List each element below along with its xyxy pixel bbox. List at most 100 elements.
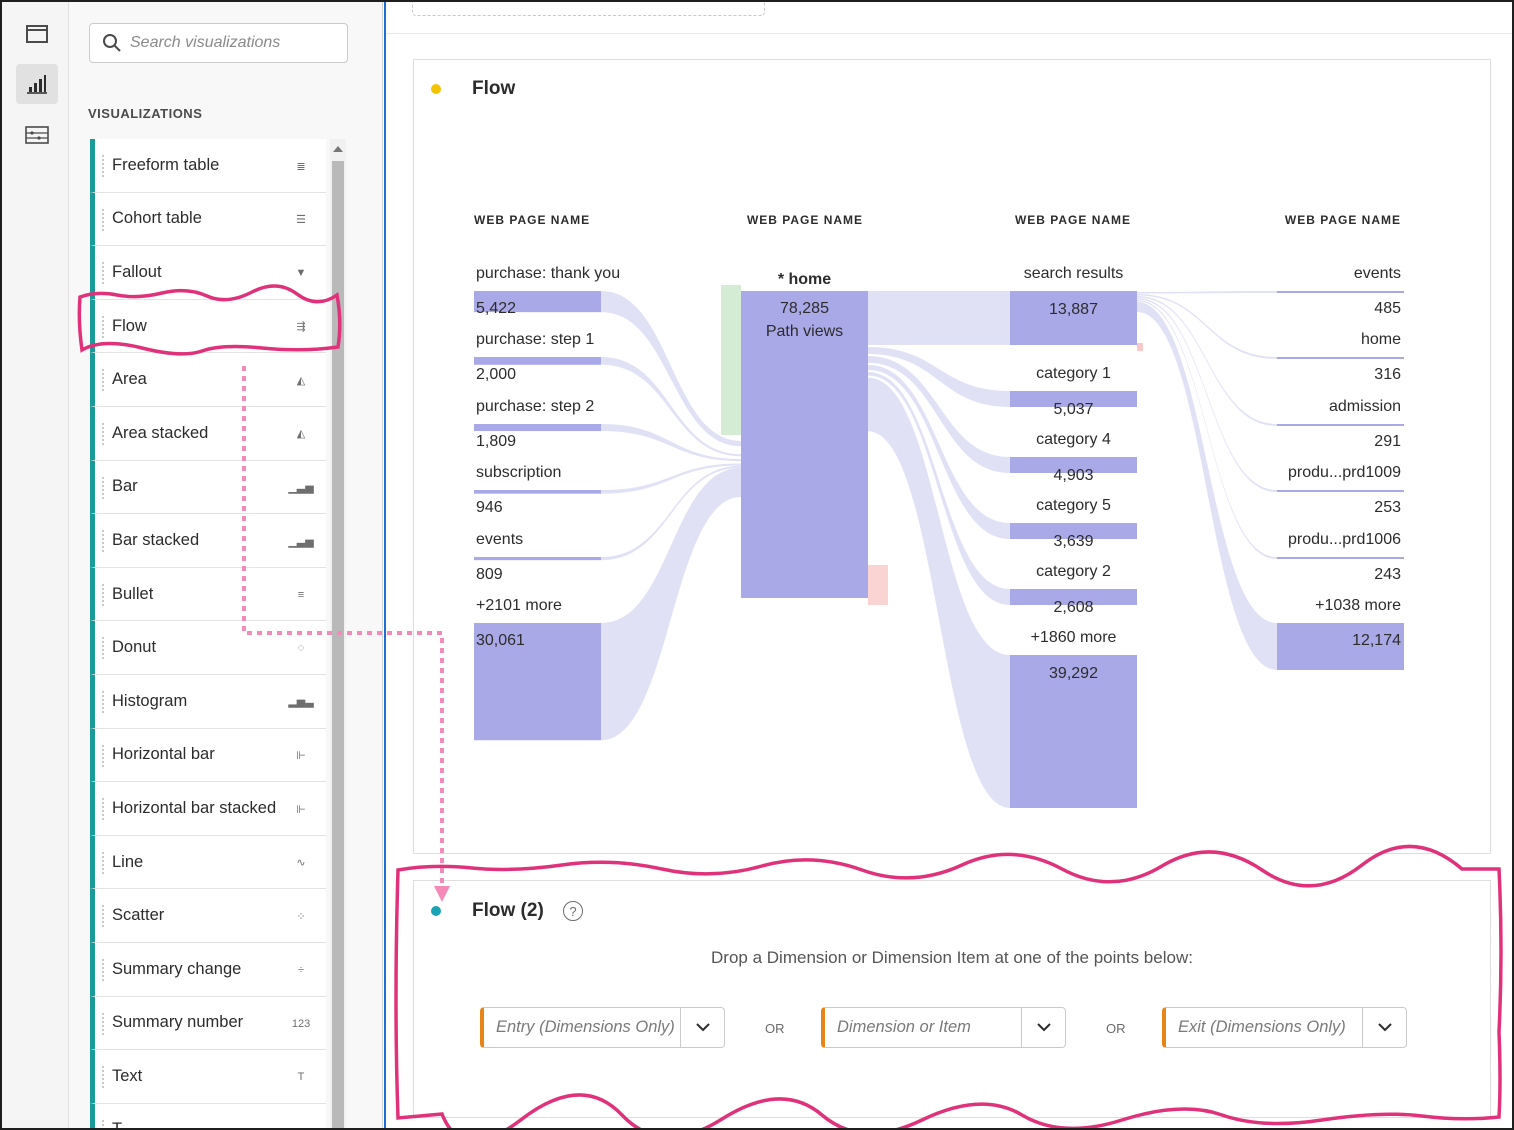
column-header: WEB PAGE NAME	[474, 213, 590, 227]
visualizations-panel: VISUALIZATIONS Freeform table ≣ Cohort tab…	[69, 2, 383, 1130]
visualization-item-label: T	[112, 1120, 123, 1130]
right-node-value: 4,903	[1053, 467, 1093, 484]
panels-icon	[26, 25, 48, 43]
chevron-down-icon[interactable]	[1021, 1008, 1065, 1047]
far-node-value: 291	[1374, 433, 1401, 450]
summary-change-icon: ÷	[297, 963, 305, 976]
visualization-item-label: Area	[112, 370, 147, 389]
drop-zone-placeholder[interactable]	[412, 2, 765, 16]
visualization-item-bar-stacked[interactable]: Bar stacked ▁▃▅	[90, 514, 326, 568]
visualization-item-scatter[interactable]: Scatter ⁘	[90, 889, 326, 943]
panel-title: Flow (2)	[472, 900, 544, 921]
visualization-item-summary-change[interactable]: Summary change ÷	[90, 942, 326, 997]
far-node-value: 316	[1374, 366, 1401, 383]
visualization-item-label: Donut	[112, 638, 157, 657]
left-node-label: purchase: step 2	[476, 398, 594, 415]
dimension-drop-zone[interactable]: Dimension or Item	[821, 1007, 1066, 1048]
right-node-label: search results	[1024, 265, 1124, 282]
visualization-item-text[interactable]: Text T	[90, 1050, 326, 1104]
donut-icon: ◌	[297, 642, 305, 655]
visualization-item-label: Scatter	[112, 906, 165, 925]
far-node-bar	[1277, 490, 1404, 492]
visualization-item-fallout[interactable]: Fallout ▼	[90, 246, 326, 300]
cohort-table-icon: ☰	[296, 214, 306, 227]
visualization-item-bar[interactable]: Bar ▁▃▅	[90, 460, 326, 515]
freeform-table-icon: ≣	[296, 160, 306, 173]
scroll-thumb[interactable]	[332, 161, 344, 1128]
flow-link	[601, 467, 741, 741]
horizontal-bar-icon: ⊩	[296, 750, 306, 763]
left-node-value: 1,809	[476, 433, 516, 450]
entry-placeholder: Entry (Dimensions Only)	[496, 1018, 675, 1036]
visualization-item-horizontal-bar-stacked[interactable]: Horizontal bar stacked ⊩	[90, 782, 326, 836]
right-node-value: 2,608	[1053, 599, 1093, 616]
column-header: WEB PAGE NAME	[1015, 213, 1131, 227]
visualization-item-area[interactable]: Area ◭	[90, 353, 326, 407]
entry-drop-zone[interactable]: Entry (Dimensions Only)	[480, 1007, 725, 1048]
flow-icon: ⇶	[296, 321, 306, 334]
visualizations-rail-button[interactable]	[16, 64, 58, 104]
flow-link	[1137, 294, 1277, 359]
bullet-icon: ≡	[297, 588, 305, 601]
chevron-down-icon[interactable]	[680, 1008, 724, 1047]
visualization-item-bullet[interactable]: Bullet ≡	[90, 567, 326, 622]
area-stacked-icon: ◭	[296, 428, 306, 441]
far-node-bar	[1277, 357, 1404, 359]
components-icon	[25, 126, 49, 144]
far-node-value: 243	[1374, 566, 1401, 583]
left-node-bar	[474, 557, 601, 561]
visualization-item-t[interactable]: T	[90, 1103, 326, 1130]
visualization-item-summary-number[interactable]: Summary number 123	[90, 996, 326, 1051]
left-node-value: 2,000	[476, 366, 516, 383]
far-node-label: events	[1354, 265, 1401, 282]
far-node-value: 12,174	[1352, 632, 1401, 649]
visualization-item-area-stacked[interactable]: Area stacked ◭	[90, 406, 326, 461]
dimension-placeholder: Dimension or Item	[837, 1018, 971, 1036]
right-node-value: 39,292	[1049, 665, 1098, 682]
components-rail-button[interactable]	[16, 115, 58, 155]
left-node-label: purchase: step 1	[476, 331, 594, 348]
visualization-item-horizontal-bar[interactable]: Horizontal bar ⊩	[90, 728, 326, 783]
search-visualizations[interactable]	[89, 23, 348, 63]
search-input[interactable]	[130, 34, 330, 52]
visualization-item-label: Line	[112, 852, 144, 871]
visualization-item-line[interactable]: Line ∿	[90, 835, 326, 890]
center-node-label: * home	[778, 271, 831, 288]
far-node-label: +1038 more	[1315, 597, 1401, 614]
flow-diagram: WEB PAGE NAME WEB PAGE NAME WEB PAGE NAME W…	[474, 213, 1404, 808]
visualization-item-label: Summary number	[112, 1013, 244, 1032]
visualization-item-label: Fallout	[112, 262, 162, 281]
left-node-label: subscription	[476, 464, 561, 481]
right-node-label: category 5	[1036, 497, 1111, 514]
far-node-value: 485	[1374, 300, 1401, 317]
visualization-item-flow[interactable]: Flow ⇶	[90, 299, 326, 354]
panels-rail-button[interactable]	[16, 14, 58, 54]
histogram-icon: ▂▅▃	[288, 696, 314, 709]
visualization-item-freeform-table[interactable]: Freeform table ≣	[90, 139, 326, 193]
right-node-value: 13,887	[1049, 301, 1098, 318]
exit-indicator	[868, 565, 888, 605]
exit-drop-zone[interactable]: Exit (Dimensions Only)	[1162, 1007, 1407, 1048]
left-node-bar	[474, 357, 601, 365]
left-node-value: 30,061	[476, 632, 525, 649]
far-node-label: home	[1361, 331, 1401, 348]
visualization-item-cohort-table[interactable]: Cohort table ☰	[90, 192, 326, 247]
right-node-label: category 2	[1036, 563, 1111, 580]
help-icon[interactable]: ?	[563, 901, 583, 921]
left-node-bar	[474, 424, 601, 432]
far-node-value: 253	[1374, 499, 1401, 516]
text-icon: T	[297, 1071, 305, 1084]
chevron-down-icon[interactable]	[1362, 1008, 1406, 1047]
left-node-bar	[474, 490, 601, 494]
visualization-item-label: Horizontal bar stacked	[112, 798, 277, 817]
visualization-item-label: Summary change	[112, 959, 242, 978]
flow-2-panel: Flow (2) ? Drop a Dimension or Dimension…	[413, 880, 1491, 1118]
visualization-item-histogram[interactable]: Histogram ▂▅▃	[90, 674, 326, 729]
far-node-label: produ...prd1009	[1288, 464, 1401, 481]
visualization-item-label: Area stacked	[112, 423, 209, 442]
visualization-item-label: Cohort table	[112, 209, 202, 228]
scrollbar[interactable]	[330, 139, 346, 1128]
visualization-item-donut[interactable]: Donut ◌	[90, 621, 326, 675]
visualizations-heading: VISUALIZATIONS	[88, 106, 203, 121]
scroll-up-arrow-icon[interactable]	[333, 146, 343, 152]
